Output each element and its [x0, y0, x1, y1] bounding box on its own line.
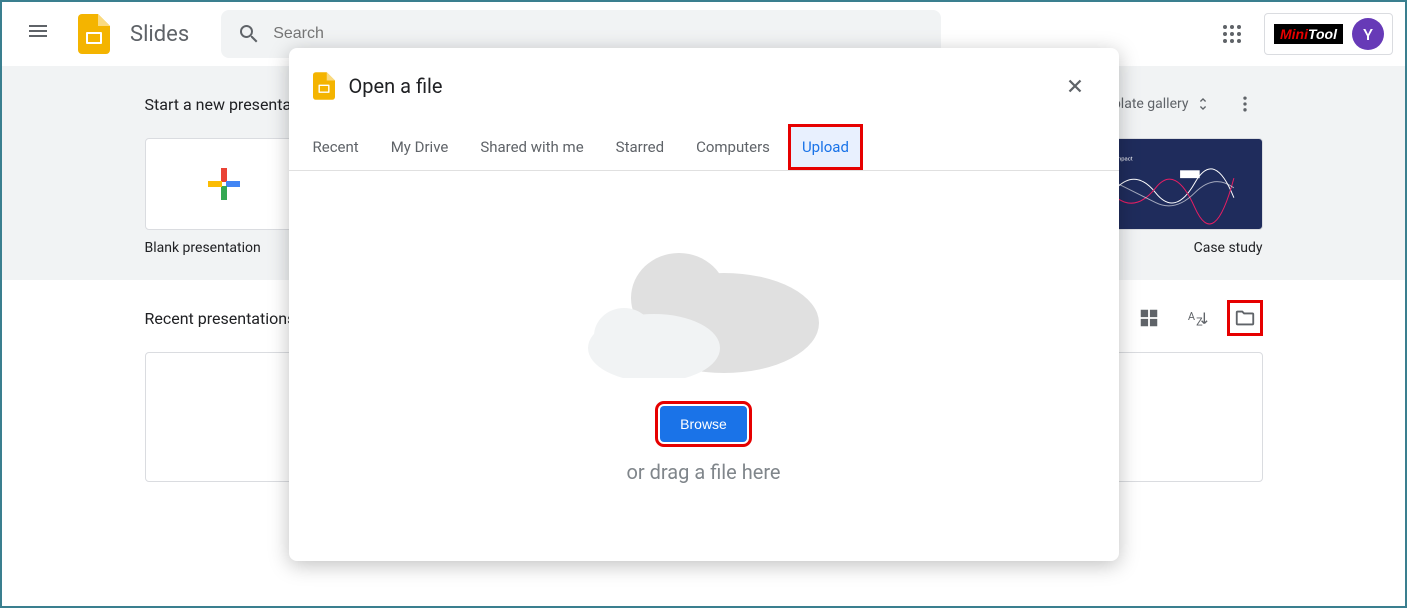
- slides-file-icon: [313, 72, 335, 100]
- modal-title: Open a file: [349, 74, 443, 98]
- close-button[interactable]: [1055, 66, 1095, 106]
- upload-dropzone[interactable]: Browse or drag a file here: [289, 171, 1119, 561]
- tab-shared-with-me[interactable]: Shared with me: [480, 124, 583, 170]
- cloud-icon: [574, 248, 834, 378]
- modal-header: Open a file: [289, 48, 1119, 124]
- browse-button[interactable]: Browse: [660, 406, 747, 442]
- modal-overlay: Open a file Recent My Drive Shared with …: [2, 2, 1405, 606]
- tab-recent[interactable]: Recent: [313, 124, 359, 170]
- drag-hint-text: or drag a file here: [626, 460, 780, 484]
- tab-my-drive[interactable]: My Drive: [391, 124, 449, 170]
- open-file-modal: Open a file Recent My Drive Shared with …: [289, 48, 1119, 561]
- modal-tabs: Recent My Drive Shared with me Starred C…: [289, 124, 1119, 171]
- tab-computers[interactable]: Computers: [696, 124, 770, 170]
- tab-upload[interactable]: Upload: [788, 124, 863, 170]
- close-icon: [1064, 75, 1086, 97]
- tab-starred[interactable]: Starred: [616, 124, 664, 170]
